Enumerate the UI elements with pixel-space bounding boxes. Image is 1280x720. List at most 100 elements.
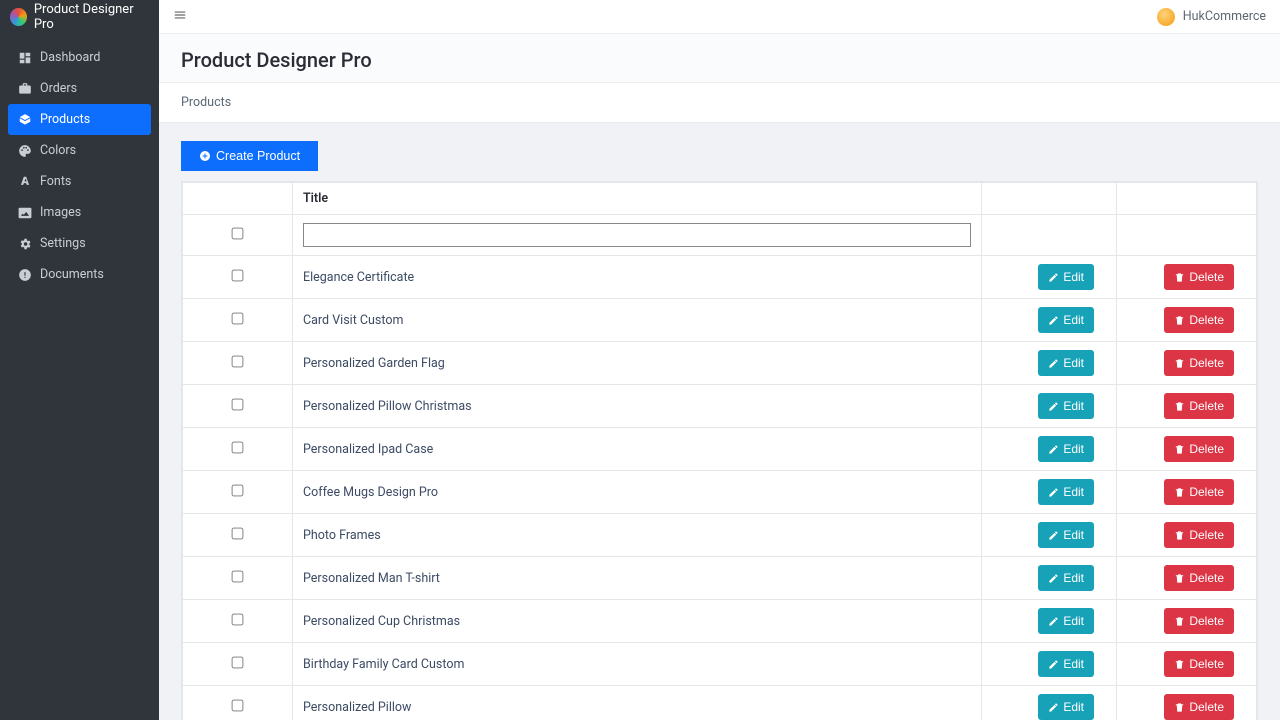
delete-button[interactable]: Delete [1164, 565, 1234, 591]
table-header-row: Title [183, 183, 1257, 215]
edit-label: Edit [1063, 657, 1084, 671]
pencil-icon [1048, 272, 1059, 283]
trash-icon [1174, 315, 1185, 326]
row-checkbox[interactable] [232, 398, 244, 410]
edit-label: Edit [1063, 614, 1084, 628]
select-all-checkbox[interactable] [232, 227, 244, 239]
row-title: Personalized Cup Christmas [293, 600, 982, 643]
menu-toggle-icon[interactable] [173, 8, 187, 26]
row-checkbox[interactable] [232, 355, 244, 367]
content-area: Product Designer Pro Products Create Pro… [159, 34, 1280, 720]
sidebar-item-colors[interactable]: Colors [8, 135, 151, 166]
pencil-icon [1048, 530, 1059, 541]
row-title: Coffee Mugs Design Pro [293, 471, 982, 514]
sidebar-item-fonts[interactable]: Fonts [8, 166, 151, 197]
edit-button[interactable]: Edit [1038, 350, 1094, 376]
row-checkbox[interactable] [232, 570, 244, 582]
sidebar-item-settings[interactable]: Settings [8, 228, 151, 259]
row-title: Personalized Garden Flag [293, 342, 982, 385]
delete-button[interactable]: Delete [1164, 436, 1234, 462]
create-product-button[interactable]: Create Product [181, 141, 318, 171]
pencil-icon [1048, 315, 1059, 326]
edit-button[interactable]: Edit [1038, 307, 1094, 333]
settings-icon [18, 237, 32, 251]
table-row: Photo FramesEditDelete [183, 514, 1257, 557]
col-header-title[interactable]: Title [293, 183, 982, 215]
user-menu[interactable]: HukCommerce [1157, 8, 1266, 26]
row-checkbox[interactable] [232, 656, 244, 668]
delete-button[interactable]: Delete [1164, 350, 1234, 376]
sidebar-item-orders[interactable]: Orders [8, 73, 151, 104]
pencil-icon [1048, 444, 1059, 455]
images-icon [18, 206, 32, 220]
edit-button[interactable]: Edit [1038, 393, 1094, 419]
sidebar-item-label: Orders [40, 81, 77, 96]
pencil-icon [1048, 702, 1059, 713]
row-title: Personalized Pillow Christmas [293, 385, 982, 428]
row-checkbox[interactable] [232, 441, 244, 453]
pencil-icon [1048, 573, 1059, 584]
delete-button[interactable]: Delete [1164, 694, 1234, 720]
brand[interactable]: Product Designer Pro [0, 0, 159, 34]
edit-label: Edit [1063, 485, 1084, 499]
row-checkbox[interactable] [232, 484, 244, 496]
sidebar-nav: Dashboard Orders ProductsColors Fonts Images… [0, 34, 159, 298]
documents-icon [18, 268, 32, 282]
delete-button[interactable]: Delete [1164, 522, 1234, 548]
trash-icon [1174, 659, 1185, 670]
delete-label: Delete [1189, 356, 1224, 370]
sidebar-item-dashboard[interactable]: Dashboard [8, 42, 151, 73]
row-title: Birthday Family Card Custom [293, 643, 982, 686]
row-checkbox[interactable] [232, 312, 244, 324]
delete-button[interactable]: Delete [1164, 393, 1234, 419]
sidebar-item-products[interactable]: Products [8, 104, 151, 135]
row-title: Personalized Man T-shirt [293, 557, 982, 600]
edit-button[interactable]: Edit [1038, 264, 1094, 290]
edit-button[interactable]: Edit [1038, 565, 1094, 591]
row-checkbox[interactable] [232, 613, 244, 625]
delete-button[interactable]: Delete [1164, 307, 1234, 333]
row-checkbox[interactable] [232, 699, 244, 711]
edit-button[interactable]: Edit [1038, 479, 1094, 505]
row-checkbox[interactable] [232, 269, 244, 281]
page-title: Product Designer Pro [181, 48, 1258, 72]
edit-button[interactable]: Edit [1038, 522, 1094, 548]
table-row: Personalized Pillow Christmas Edit Delete [183, 385, 1257, 428]
trash-icon [1174, 487, 1185, 498]
edit-label: Edit [1063, 442, 1084, 456]
delete-button[interactable]: Delete [1164, 608, 1234, 634]
row-checkbox[interactable] [232, 527, 244, 539]
breadcrumb-item[interactable]: Products [181, 95, 231, 110]
sidebar-item-label: Images [40, 205, 81, 220]
delete-label: Delete [1189, 571, 1224, 585]
edit-label: Edit [1063, 313, 1084, 327]
page-header: Product Designer Pro [159, 34, 1280, 83]
trash-icon [1174, 702, 1185, 713]
delete-label: Delete [1189, 700, 1224, 714]
fonts-icon [18, 175, 32, 189]
delete-button[interactable]: Delete [1164, 651, 1234, 677]
table-row: Elegance CertificateEditDelete [183, 256, 1257, 299]
sidebar-item-label: Dashboard [40, 50, 100, 65]
row-title: Personalized Ipad Case [293, 428, 982, 471]
edit-label: Edit [1063, 571, 1084, 585]
edit-button[interactable]: Edit [1038, 436, 1094, 462]
edit-button[interactable]: Edit [1038, 651, 1094, 677]
edit-button[interactable]: Edit [1038, 694, 1094, 720]
title-filter-input[interactable] [303, 223, 971, 247]
avatar [1157, 8, 1175, 26]
delete-button[interactable]: Delete [1164, 479, 1234, 505]
brand-title: Product Designer Pro [34, 2, 149, 32]
table-filter-row [183, 215, 1257, 256]
delete-label: Delete [1189, 528, 1224, 542]
sidebar-item-label: Fonts [40, 174, 71, 189]
pencil-icon [1048, 358, 1059, 369]
delete-label: Delete [1189, 657, 1224, 671]
sidebar-item-documents[interactable]: Documents [8, 259, 151, 290]
delete-label: Delete [1189, 270, 1224, 284]
delete-button[interactable]: Delete [1164, 264, 1234, 290]
edit-label: Edit [1063, 399, 1084, 413]
sidebar-item-images[interactable]: Images [8, 197, 151, 228]
delete-label: Delete [1189, 442, 1224, 456]
edit-button[interactable]: Edit [1038, 608, 1094, 634]
